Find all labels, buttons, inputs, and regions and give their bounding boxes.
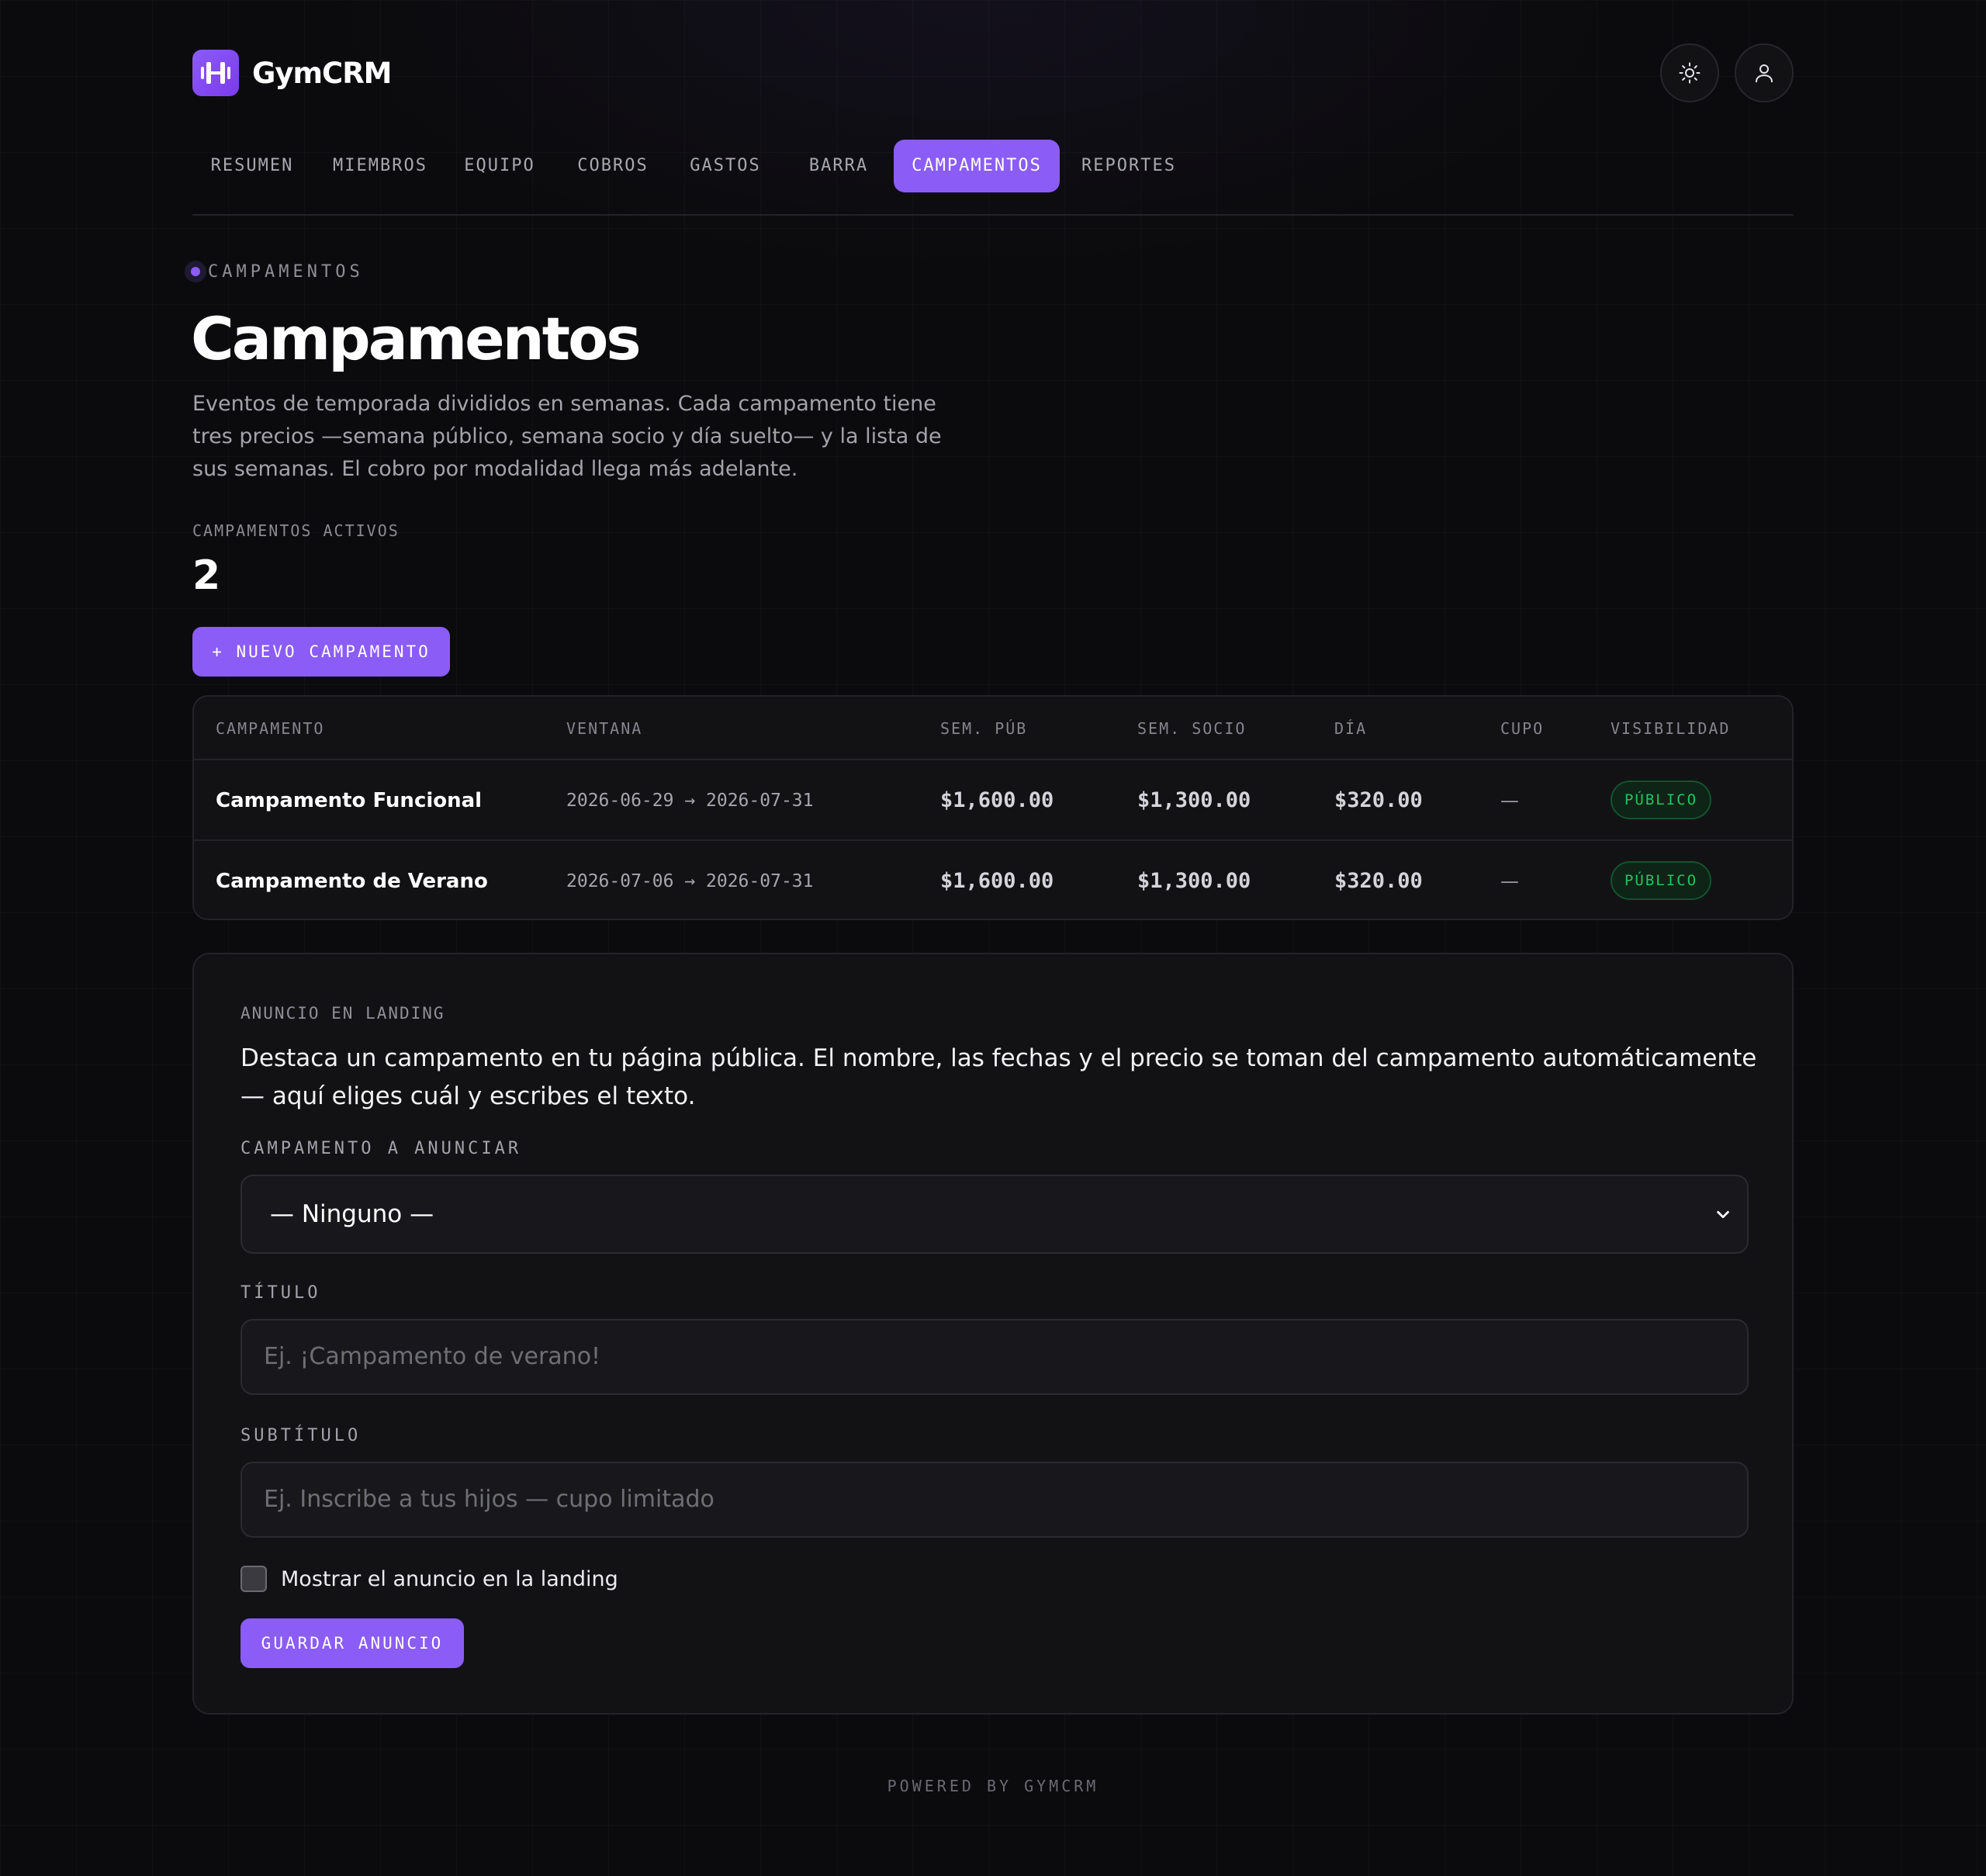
camp-select[interactable]: — Ninguno — <box>240 1175 1749 1254</box>
title-placeholder: Ej. ¡Campamento de verano! <box>264 1343 601 1370</box>
user-icon <box>1756 64 1773 83</box>
page-title: Campamentos <box>191 304 642 373</box>
card-label: ANUNCIO EN LANDING <box>240 1004 445 1023</box>
header-sem-pub: SEM. PÚB <box>940 719 1028 738</box>
header-visibilidad: VISIBILIDAD <box>1611 719 1731 738</box>
header-cupo: CUPO <box>1500 719 1545 738</box>
subtitle-label: SUBTÍTULO <box>240 1426 362 1445</box>
eyebrow-label: CAMPAMENTOS <box>208 261 364 282</box>
footer-powered-by: POWERED BY GYMCRM <box>887 1777 1099 1795</box>
camp-quota: — <box>1500 871 1519 892</box>
landing-announcement-card: ANUNCIO EN LANDING Destaca un campamento… <box>192 953 1794 1715</box>
tab-gastos[interactable]: GASTOS <box>678 140 773 192</box>
header-ventana: VENTANA <box>566 719 643 738</box>
camps-table: CAMPAMENTO VENTANA SEM. PÚB SEM. SOCIO D… <box>192 695 1794 920</box>
camp-window: 2026-07-06 → 2026-07-31 <box>566 871 814 891</box>
brand[interactable]: GymCRM <box>192 50 393 96</box>
tab-cobros[interactable]: COBROS <box>565 140 661 192</box>
week-member-price: $1,300.00 <box>1137 869 1251 893</box>
barbell-icon <box>192 50 239 96</box>
show-announcement-row[interactable]: Mostrar el anuncio en la landing <box>240 1566 618 1592</box>
week-public-price: $1,600.00 <box>940 788 1054 812</box>
active-camps-label: CAMPAMENTOS ACTIVOS <box>192 521 400 540</box>
subtitle-input[interactable]: Ej. Inscribe a tus hijos — cupo limitado <box>240 1462 1749 1538</box>
camp-select-label: CAMPAMENTO A ANUNCIAR <box>240 1139 522 1158</box>
tab-barra[interactable]: BARRA <box>801 140 877 192</box>
header-dia: DÍA <box>1334 719 1368 738</box>
table-row[interactable]: Campamento de Verano 2026-07-06 → 2026-0… <box>194 841 1792 919</box>
page-eyebrow: CAMPAMENTOS <box>185 261 364 282</box>
title-label: TÍTULO <box>240 1283 321 1303</box>
header-sem-socio: SEM. SOCIO <box>1137 719 1247 738</box>
tab-campamentos[interactable]: CAMPAMENTOS <box>894 140 1060 192</box>
tab-equipo[interactable]: EQUIPO <box>452 140 548 192</box>
tab-resumen[interactable]: RESUMEN <box>192 140 312 192</box>
tab-miembros[interactable]: MIEMBROS <box>317 140 444 192</box>
theme-toggle-button[interactable] <box>1660 43 1719 102</box>
table-header: CAMPAMENTO VENTANA SEM. PÚB SEM. SOCIO D… <box>194 697 1792 760</box>
sun-icon <box>1679 62 1701 84</box>
show-announcement-label[interactable]: Mostrar el anuncio en la landing <box>281 1567 618 1591</box>
header-campamento: CAMPAMENTO <box>216 719 325 738</box>
camp-quota: — <box>1500 790 1519 812</box>
card-description: Destaca un campamento en tu página públi… <box>240 1044 1757 1110</box>
show-announcement-checkbox[interactable] <box>240 1566 267 1592</box>
status-dot-icon <box>185 261 206 282</box>
camp-name: Campamento de Verano <box>216 870 488 893</box>
subtitle-placeholder: Ej. Inscribe a tus hijos — cupo limitado <box>264 1486 714 1513</box>
camp-window: 2026-06-29 → 2026-07-31 <box>566 791 814 811</box>
app-name: GymCRM <box>252 56 393 90</box>
visibility-badge: PÚBLICO <box>1611 781 1711 819</box>
week-public-price: $1,600.00 <box>940 869 1054 893</box>
tab-reportes[interactable]: REPORTES <box>1067 140 1190 192</box>
save-announcement-button[interactable]: GUARDAR ANUNCIO <box>240 1618 464 1668</box>
day-price: $320.00 <box>1334 869 1423 893</box>
table-row[interactable]: Campamento Funcional 2026-06-29 → 2026-0… <box>194 760 1792 841</box>
page-description: Eventos de temporada divididos en semana… <box>192 392 942 481</box>
main-nav: RESUMEN MIEMBROS EQUIPO COBROS GASTOS BA… <box>192 140 1794 216</box>
title-input[interactable]: Ej. ¡Campamento de verano! <box>240 1319 1749 1395</box>
active-camps-count: 2 <box>192 552 221 599</box>
chevron-down-icon <box>1717 1210 1729 1219</box>
account-button[interactable] <box>1735 43 1794 102</box>
visibility-badge: PÚBLICO <box>1611 861 1711 900</box>
new-camp-button[interactable]: + NUEVO CAMPAMENTO <box>192 627 450 677</box>
camp-name: Campamento Funcional <box>216 789 483 812</box>
day-price: $320.00 <box>1334 788 1423 812</box>
camp-select-value: — Ninguno — <box>270 1200 434 1228</box>
week-member-price: $1,300.00 <box>1137 788 1251 812</box>
